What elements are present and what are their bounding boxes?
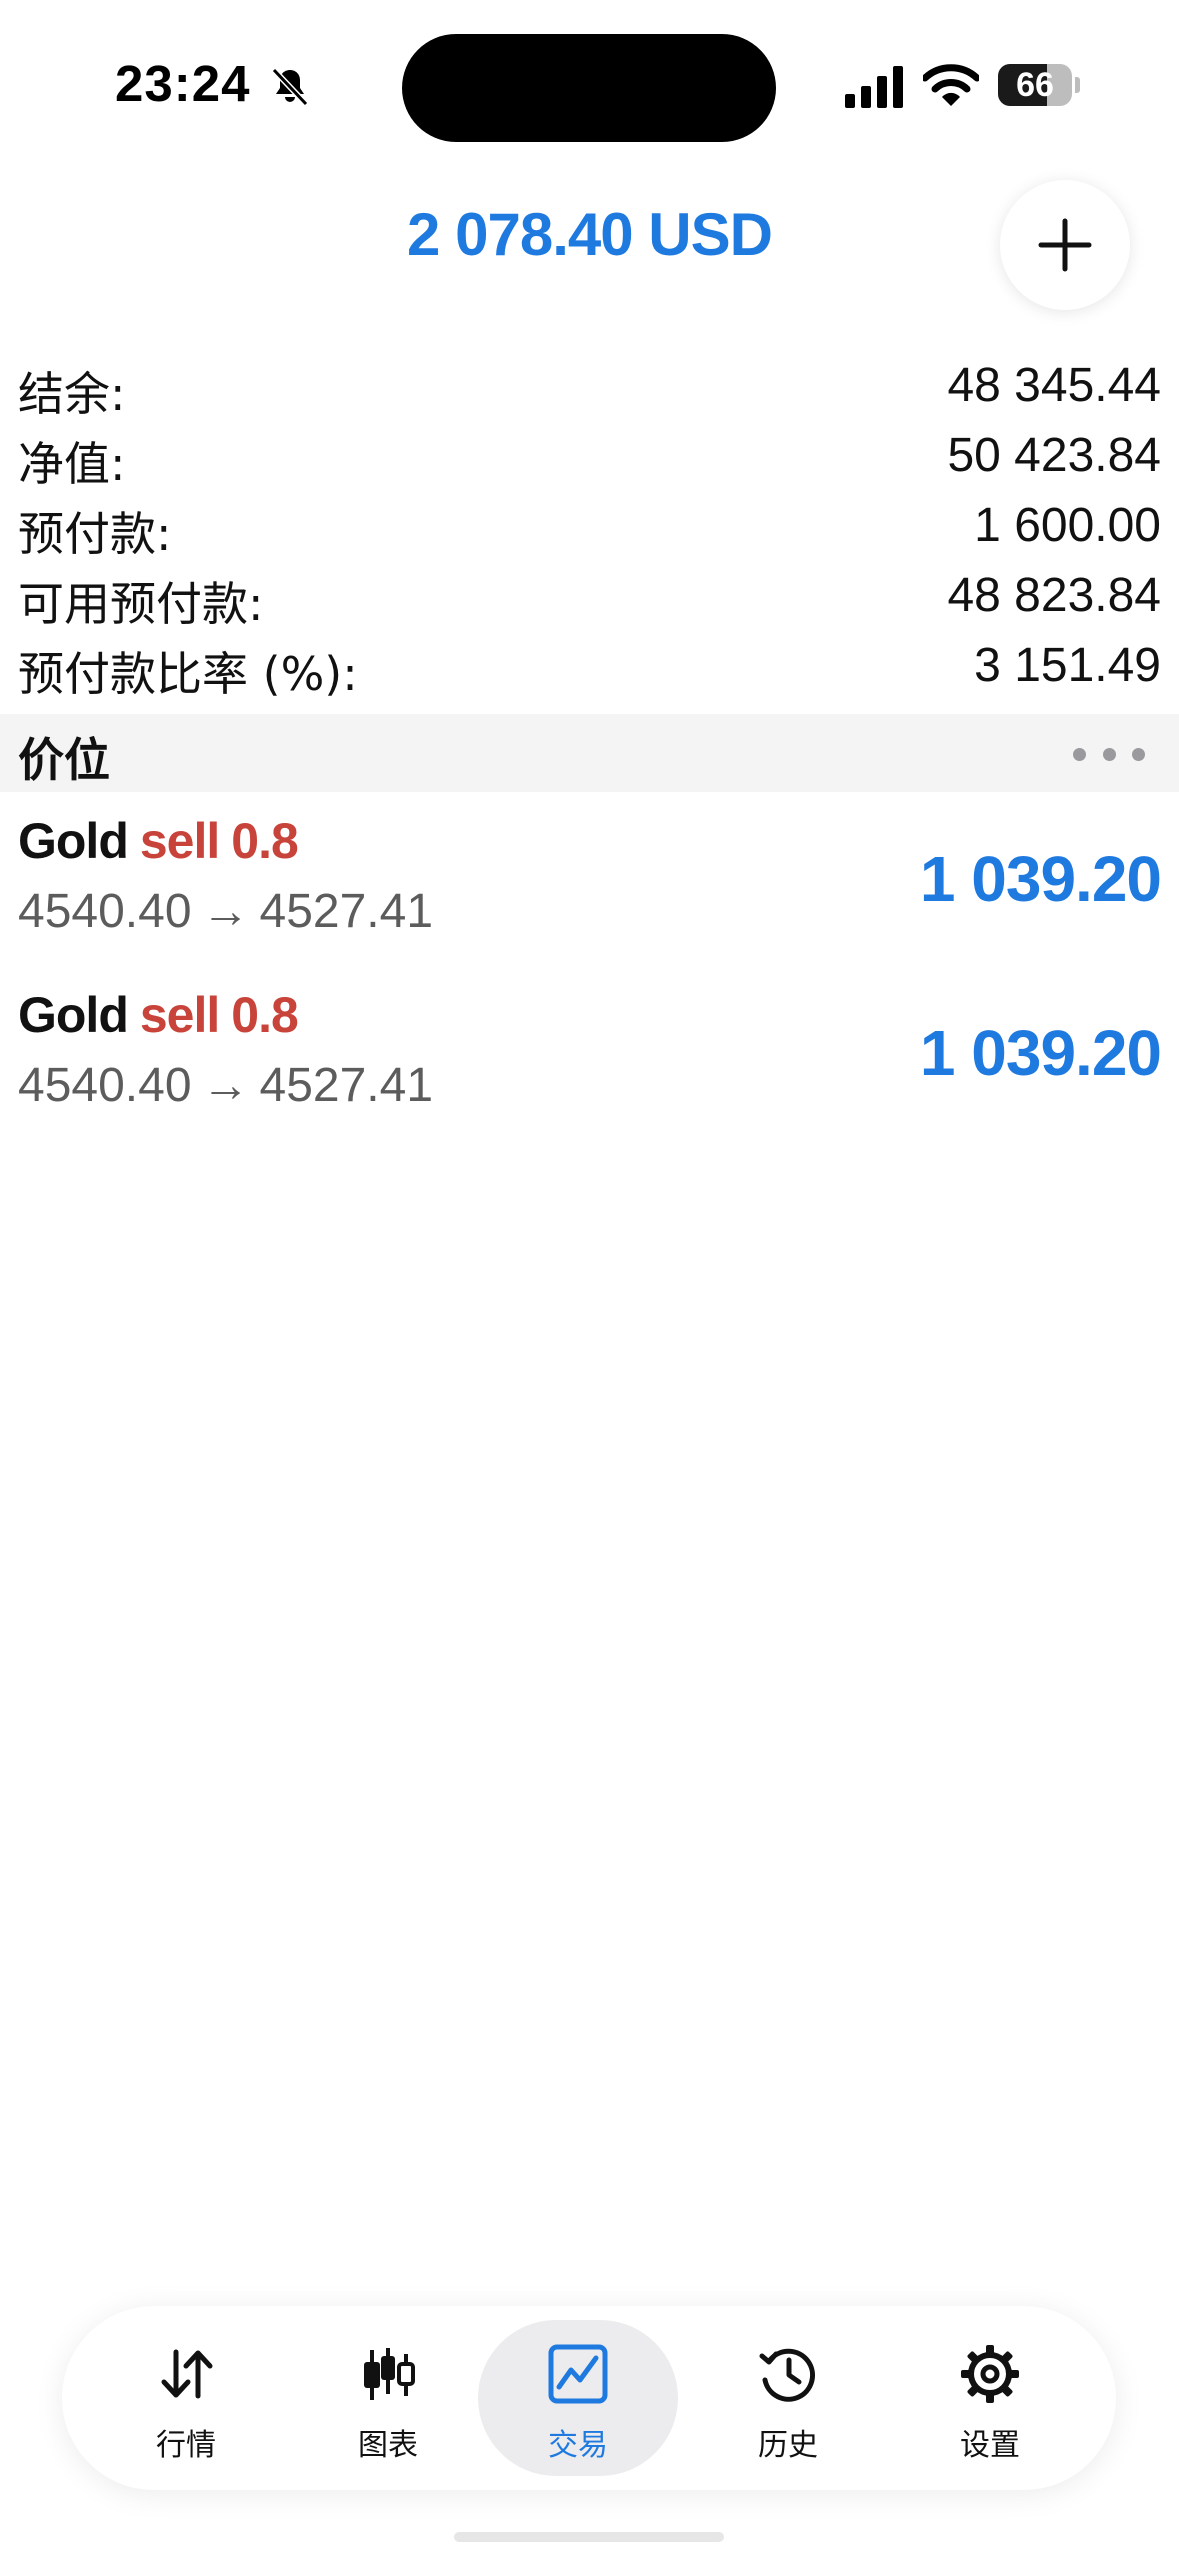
- equity-value: 50 423.84: [947, 429, 1161, 482]
- tab-trade-label: 交易: [548, 2428, 608, 2463]
- tab-history[interactable]: 历史: [688, 2320, 888, 2476]
- position-current-price: 4527.41: [259, 885, 434, 938]
- plus-icon: [1038, 218, 1092, 272]
- tab-quotes-label: 行情: [156, 2428, 216, 2463]
- account-summary: 结余: 48 345.44 净值: 50 423.84 预付款: 1 600.0…: [0, 352, 1179, 702]
- position-open-price: 4540.40: [18, 885, 192, 938]
- position-prices: 4540.40 → 4527.41: [18, 884, 433, 939]
- free-margin-value: 48 823.84: [947, 569, 1161, 622]
- free-margin-label: 可用预付款:: [18, 577, 264, 631]
- tab-charts-label: 图表: [358, 2428, 418, 2463]
- gear-icon: [961, 2345, 1019, 2403]
- position-row[interactable]: Gold sell 0.8 4540.40 → 4527.41 1 039.20: [0, 800, 1179, 972]
- status-time: 23:24: [115, 55, 251, 112]
- position-profit: 1 039.20: [919, 843, 1162, 915]
- position-symbol: Gold: [18, 813, 129, 869]
- equity-label: 净值:: [18, 437, 126, 491]
- more-dot: [1073, 747, 1086, 761]
- tab-charts[interactable]: 图表: [288, 2320, 488, 2476]
- history-icon: [759, 2348, 815, 2402]
- home-indicator[interactable]: [454, 2532, 724, 2542]
- position-current-price: 4527.41: [259, 1059, 434, 1112]
- position-volume: 0.8: [231, 813, 299, 869]
- margin-label: 预付款:: [18, 507, 172, 561]
- dynamic-island: [402, 34, 776, 142]
- more-icon[interactable]: [1073, 734, 1145, 774]
- tab-settings[interactable]: 设置: [890, 2320, 1090, 2476]
- summary-row-margin: 预付款: 1 600.00: [0, 492, 1179, 562]
- more-dot: [1102, 747, 1116, 761]
- margin-level-value: 3 151.49: [974, 639, 1161, 692]
- summary-row-balance: 结余: 48 345.44: [0, 352, 1179, 422]
- tab-quotes[interactable]: 行情: [86, 2320, 286, 2476]
- trade-chart-icon: [548, 2344, 608, 2404]
- summary-row-margin-level: 预付款比率 (%): 3 151.49: [0, 632, 1179, 702]
- arrow-right-icon: →: [201, 1059, 250, 1112]
- arrow-right-icon: →: [201, 885, 250, 938]
- balance-label: 结余:: [18, 367, 126, 421]
- wifi-icon: [923, 64, 979, 106]
- more-dot: [1132, 747, 1145, 761]
- positions-section-title: 价位: [18, 733, 110, 787]
- bell-off-icon: [271, 67, 309, 107]
- position-row[interactable]: Gold sell 0.8 4540.40 → 4527.41 1 039.20: [0, 974, 1179, 1146]
- status-bar: 23:24 66: [0, 0, 1179, 175]
- summary-row-equity: 净值: 50 423.84: [0, 422, 1179, 492]
- position-profit: 1 039.20: [919, 1017, 1162, 1089]
- position-side: sell: [139, 987, 220, 1043]
- position-prices: 4540.40 → 4527.41: [18, 1058, 433, 1113]
- bottom-tab-bar: 行情 图表 交易 历史 设置: [62, 2306, 1116, 2490]
- margin-value: 1 600.00: [974, 499, 1161, 552]
- battery-level: 66: [1016, 66, 1054, 104]
- position-volume: 0.8: [231, 987, 299, 1043]
- cellular-signal-icon: [845, 66, 903, 108]
- battery-body: 66: [998, 64, 1072, 106]
- battery-indicator: 66: [998, 64, 1080, 106]
- candlestick-icon: [364, 2348, 415, 2400]
- position-open-price: 4540.40: [18, 1059, 192, 1112]
- add-order-button[interactable]: [1000, 180, 1130, 310]
- tab-settings-label: 设置: [960, 2428, 1020, 2463]
- battery-cap: [1075, 77, 1080, 93]
- tab-history-label: 历史: [758, 2428, 818, 2463]
- balance-value: 48 345.44: [947, 359, 1161, 412]
- summary-row-free-margin: 可用预付款: 48 823.84: [0, 562, 1179, 632]
- tab-trade[interactable]: 交易: [478, 2320, 678, 2476]
- position-symbol: Gold: [18, 987, 129, 1043]
- quotes-arrows-icon: [161, 2349, 213, 2399]
- positions-section-header: 价位: [0, 714, 1179, 792]
- position-side: sell: [139, 813, 220, 869]
- position-title: Gold sell 0.8: [18, 986, 299, 1044]
- position-title: Gold sell 0.8: [18, 812, 299, 870]
- margin-level-label: 预付款比率 (%):: [18, 647, 358, 701]
